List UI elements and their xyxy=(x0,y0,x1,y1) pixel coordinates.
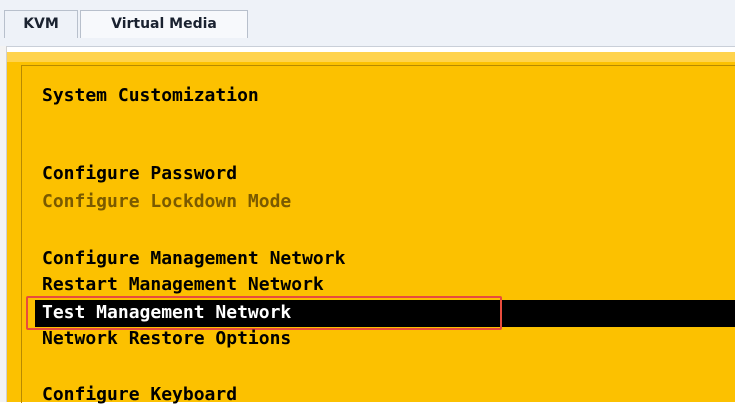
left-border xyxy=(0,46,7,402)
menu-item-network-restore-options[interactable]: Network Restore Options xyxy=(42,328,291,350)
menu-item-configure-password[interactable]: Configure Password xyxy=(42,163,237,185)
tab-virtual-media[interactable]: Virtual Media xyxy=(80,10,248,38)
dcui-console: System Customization Configure Password … xyxy=(7,52,735,405)
tab-kvm[interactable]: KVM xyxy=(4,10,78,38)
menu-item-configure-management-network[interactable]: Configure Management Network xyxy=(42,248,345,270)
menu-item-configure-keyboard[interactable]: Configure Keyboard xyxy=(42,384,237,406)
menu-item-configure-lockdown-mode[interactable]: Configure Lockdown Mode xyxy=(42,191,291,213)
red-highlight-box xyxy=(26,296,502,330)
console-frame xyxy=(21,65,735,403)
system-customization-heading: System Customization xyxy=(42,85,259,106)
console-top-band xyxy=(7,52,735,62)
tab-bar: KVM Virtual Media xyxy=(0,0,735,47)
menu-item-restart-management-network[interactable]: Restart Management Network xyxy=(42,274,324,296)
